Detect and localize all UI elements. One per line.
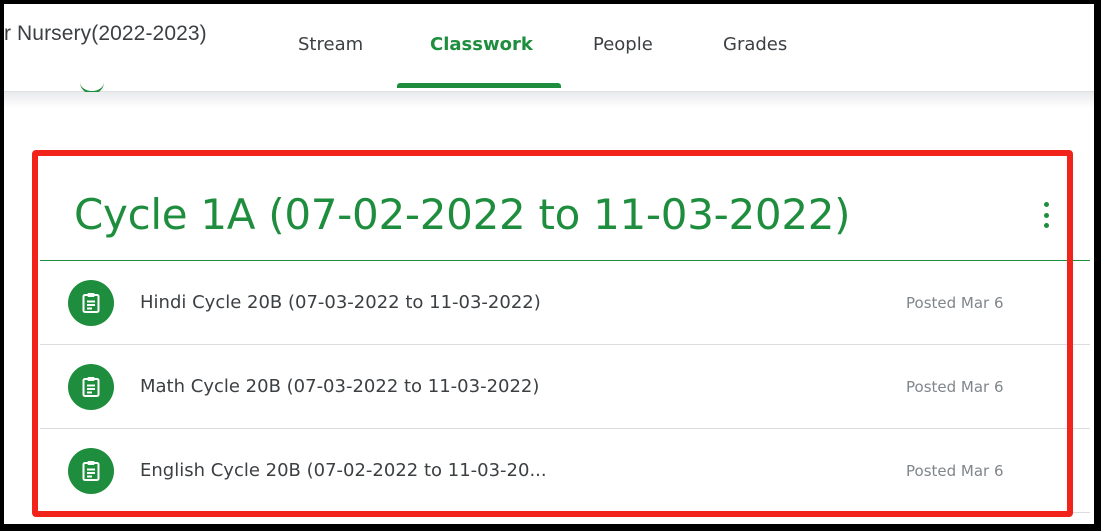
tab-classwork[interactable]: Classwork — [430, 34, 533, 55]
tab-grades[interactable]: Grades — [723, 34, 787, 55]
tab-stream[interactable]: Stream — [298, 34, 363, 55]
active-tab-indicator — [397, 83, 561, 88]
classroom-window: r Nursery(2022-2023) Stream Classwork Pe… — [4, 4, 1094, 524]
top-bar: r Nursery(2022-2023) Stream Classwork Pe… — [4, 4, 1094, 94]
class-title[interactable]: r Nursery(2022-2023) — [4, 22, 207, 46]
tab-people[interactable]: People — [593, 34, 653, 55]
highlight-box — [32, 150, 1073, 517]
header-shadow — [4, 92, 1094, 108]
